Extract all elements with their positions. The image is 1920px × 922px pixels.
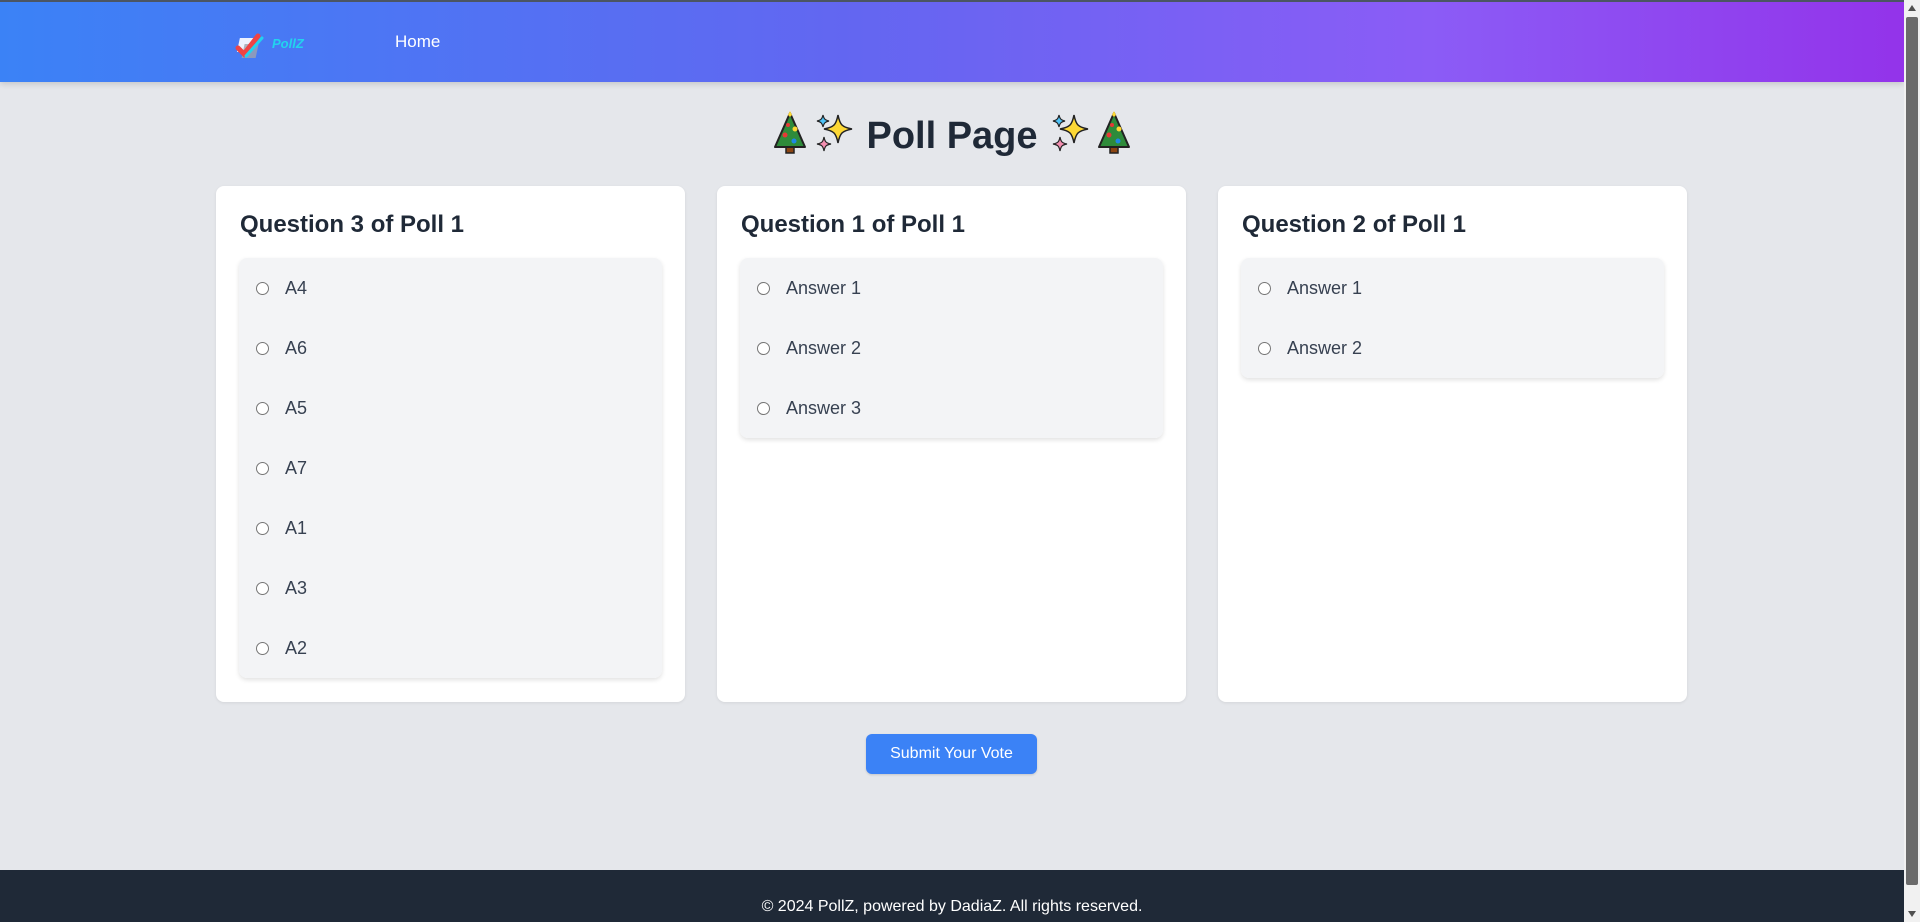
answer-option[interactable]: A6 <box>239 318 662 378</box>
answer-option[interactable]: A2 <box>239 618 662 678</box>
radio-button[interactable] <box>757 401 770 415</box>
answer-label: Answer 3 <box>786 397 862 418</box>
answer-option[interactable]: Answer 1 <box>740 258 1163 318</box>
answer-label: Answer 2 <box>786 337 862 358</box>
nav-home-link[interactable]: Home <box>395 32 440 52</box>
top-navbar: PollZ Home <box>0 0 1904 82</box>
answer-option[interactable]: A7 <box>239 438 662 498</box>
answer-option[interactable]: A4 <box>239 258 662 318</box>
christmas-tree-icon <box>1098 111 1131 154</box>
radio-button[interactable] <box>256 281 269 295</box>
radio-button[interactable] <box>256 401 269 415</box>
answer-label: A7 <box>285 457 308 478</box>
answer-list: Answer 1 Answer 2 <box>1241 258 1664 378</box>
radio-button[interactable] <box>1258 281 1271 295</box>
scrollbar-thumb[interactable] <box>1906 17 1918 885</box>
radio-button[interactable] <box>757 281 770 295</box>
page-title-text: Poll Page <box>866 115 1038 157</box>
radio-button[interactable] <box>256 581 269 595</box>
answer-option[interactable]: A5 <box>239 378 662 438</box>
question-title: Question 2 of Poll 1 <box>1242 211 1467 238</box>
question-card: Question 1 of Poll 1 Answer 1 Answer 2 A… <box>717 186 1186 702</box>
answer-option[interactable]: Answer 3 <box>740 378 1163 438</box>
radio-button[interactable] <box>757 341 770 355</box>
answer-label: A5 <box>285 397 308 418</box>
answer-option[interactable]: Answer 2 <box>740 318 1163 378</box>
answer-label: A2 <box>285 637 308 658</box>
sparkles-icon <box>816 114 853 152</box>
submit-vote-button[interactable]: Submit Your Vote <box>866 734 1037 774</box>
question-card: Question 2 of Poll 1 Answer 1 Answer 2 <box>1218 186 1687 702</box>
question-title: Question 3 of Poll 1 <box>240 211 465 238</box>
radio-button[interactable] <box>256 461 269 475</box>
page-title: Poll Page <box>0 108 1904 164</box>
answer-option[interactable]: Answer 1 <box>1241 258 1664 318</box>
scroll-down-arrow-icon[interactable] <box>1904 906 1920 922</box>
answer-label: Answer 2 <box>1287 337 1363 358</box>
scroll-up-arrow-icon[interactable] <box>1904 0 1920 16</box>
page: PollZ Home Poll Page Question 3 of Poll … <box>0 0 1920 922</box>
answer-label: Answer 1 <box>786 277 862 298</box>
answer-label: A4 <box>285 277 308 298</box>
sparkles-icon <box>1052 114 1089 152</box>
answer-label: A1 <box>285 517 308 538</box>
christmas-tree-icon <box>773 111 806 154</box>
footer: © 2024 PollZ, powered by DadiaZ. All rig… <box>0 870 1904 922</box>
answer-label: A3 <box>285 577 308 598</box>
pollz-logo[interactable]: PollZ <box>232 28 312 62</box>
question-title: Question 1 of Poll 1 <box>741 211 966 238</box>
answer-option[interactable]: Answer 2 <box>1241 318 1664 378</box>
radio-button[interactable] <box>256 341 269 355</box>
radio-button[interactable] <box>256 641 269 655</box>
question-card: Question 3 of Poll 1 A4 A6 A5 A7 A1 A3 A… <box>216 186 685 702</box>
radio-button[interactable] <box>256 521 269 535</box>
vertical-scrollbar[interactable] <box>1904 0 1920 922</box>
footer-copyright: © 2024 PollZ, powered by DadiaZ. All rig… <box>761 898 1143 915</box>
answer-label: Answer 1 <box>1287 277 1363 298</box>
logo-text: PollZ <box>272 36 305 51</box>
answer-option[interactable]: A3 <box>239 558 662 618</box>
answer-list: A4 A6 A5 A7 A1 A3 A2 <box>239 258 662 678</box>
answer-label: A6 <box>285 337 308 358</box>
radio-button[interactable] <box>1258 341 1271 355</box>
answer-option[interactable]: A1 <box>239 498 662 558</box>
answer-list: Answer 1 Answer 2 Answer 3 <box>740 258 1163 438</box>
